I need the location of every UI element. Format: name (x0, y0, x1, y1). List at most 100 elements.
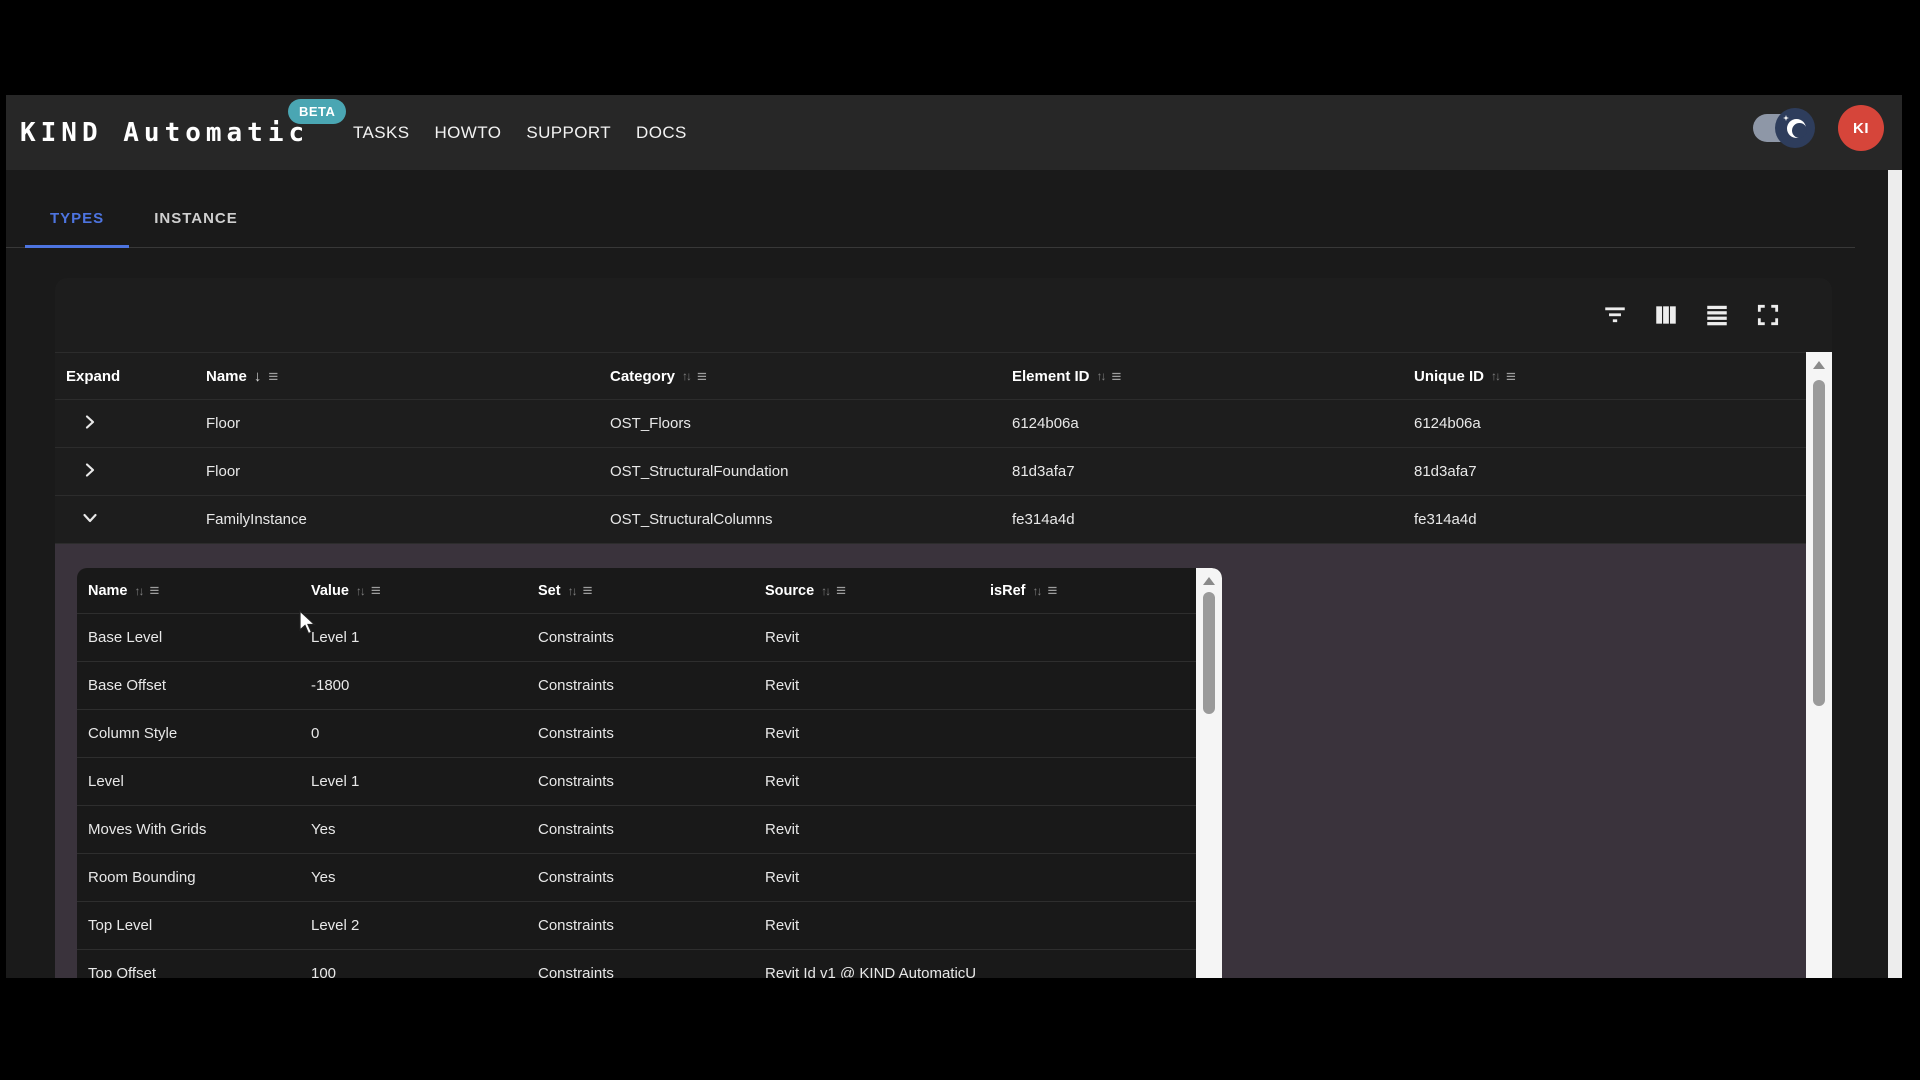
sort-icon[interactable]: ↑↓ (1032, 584, 1040, 598)
column-header-param-value[interactable]: Value ↑↓ ≡ (300, 582, 527, 599)
cell-param-source: Revit (754, 917, 979, 934)
theme-toggle[interactable] (1753, 114, 1811, 142)
parameter-row[interactable]: Column Style 0 Constraints Revit (77, 710, 1196, 758)
cell-name: Floor (195, 415, 599, 432)
grid-scrollbar[interactable] (1806, 352, 1832, 978)
column-header-param-isref[interactable]: isRef ↑↓ ≡ (979, 582, 1196, 599)
column-header-expand: Expand (55, 368, 195, 385)
nav-item[interactable]: DOCS (636, 123, 687, 143)
nested-grid-scrollbar[interactable] (1196, 568, 1222, 978)
sort-icon[interactable]: ↑↓ (568, 584, 576, 598)
sort-desc-icon[interactable]: ↓ (254, 368, 262, 385)
column-header-name[interactable]: Name ↓ ≡ (195, 368, 599, 385)
sort-icon[interactable]: ↑↓ (135, 584, 143, 598)
cell-param-set: Constraints (527, 821, 754, 838)
cell-param-name: Base Offset (77, 677, 300, 694)
cell-element-id: 6124b06a (1001, 415, 1403, 432)
cell-param-source: Revit (754, 725, 979, 742)
fullscreen-icon[interactable] (1755, 302, 1781, 328)
parameter-row[interactable]: Moves With Grids Yes Constraints Revit (77, 806, 1196, 854)
cell-param-value: Yes (300, 869, 527, 886)
expand-chevron-icon[interactable] (81, 509, 99, 527)
filter-icon[interactable] (1602, 302, 1628, 328)
grid-rows: Floor OST_Floors 6124b06a 6124b06a Floor… (55, 400, 1806, 544)
column-header-element-id[interactable]: Element ID ↑↓ ≡ (1001, 368, 1403, 385)
moon-icon (1787, 119, 1806, 138)
mouse-cursor (298, 610, 318, 636)
scrollbar-thumb[interactable] (1813, 380, 1825, 706)
main-nav: TASKS HOWTO SUPPORT DOCS (353, 95, 687, 170)
column-header-param-name[interactable]: Name ↑↓ ≡ (77, 582, 300, 599)
grid-header-row: Expand Name ↓ ≡ Category ↑↓ ≡ Element ID… (55, 352, 1806, 400)
cell-param-value: Level 2 (300, 917, 527, 934)
scroll-up-arrow[interactable] (1813, 361, 1825, 369)
column-header-category[interactable]: Category ↑↓ ≡ (599, 368, 1001, 385)
column-menu-icon[interactable]: ≡ (836, 582, 846, 599)
cell-param-set: Constraints (527, 629, 754, 646)
app-window: KIND Automatic BETA TASKS HOWTO SUPPORT … (6, 95, 1902, 978)
parameter-row[interactable]: Base Offset -1800 Constraints Revit (77, 662, 1196, 710)
sort-icon[interactable]: ↑↓ (1097, 369, 1105, 383)
tab-types[interactable]: TYPES (25, 190, 129, 247)
nested-grid-rows: Base Level Level 1 Constraints Revit Bas… (77, 614, 1196, 978)
scrollbar-thumb[interactable] (1203, 592, 1215, 714)
tab-instance[interactable]: INSTANCE (129, 190, 263, 247)
user-avatar[interactable]: KI (1838, 105, 1884, 151)
sort-icon[interactable]: ↑↓ (1491, 369, 1499, 383)
expand-chevron-icon[interactable] (81, 413, 99, 431)
column-header-param-source[interactable]: Source ↑↓ ≡ (754, 582, 979, 599)
cell-param-source: Revit Id v1 @ KIND AutomaticU C-Level Pr… (754, 965, 979, 978)
cell-element-id: 81d3afa7 (1001, 463, 1403, 480)
table-row[interactable]: Floor OST_StructuralFoundation 81d3afa7 … (55, 448, 1806, 496)
cell-param-set: Constraints (527, 677, 754, 694)
page-scrollbar[interactable] (1888, 170, 1902, 978)
parameter-row[interactable]: Base Level Level 1 Constraints Revit (77, 614, 1196, 662)
parameter-row[interactable]: Level Level 1 Constraints Revit (77, 758, 1196, 806)
column-header-param-set[interactable]: Set ↑↓ ≡ (527, 582, 754, 599)
table-row[interactable]: FamilyInstance OST_StructuralColumns fe3… (55, 496, 1806, 544)
cell-name: FamilyInstance (195, 511, 599, 528)
columns-icon[interactable] (1653, 302, 1679, 328)
column-menu-icon[interactable]: ≡ (697, 368, 707, 385)
column-header-unique-id[interactable]: Unique ID ↑↓ ≡ (1403, 368, 1806, 385)
toggle-thumb (1775, 108, 1815, 148)
brand-logo: KIND Automatic (20, 95, 309, 170)
nav-item[interactable]: TASKS (353, 123, 409, 143)
column-menu-icon[interactable]: ≡ (371, 582, 381, 599)
cell-name: Floor (195, 463, 599, 480)
scroll-up-arrow[interactable] (1203, 577, 1215, 585)
column-menu-icon[interactable]: ≡ (1047, 582, 1057, 599)
cell-unique-id: 81d3afa7 (1403, 463, 1806, 480)
expand-chevron-icon[interactable] (81, 461, 99, 479)
active-tab-indicator (25, 245, 129, 248)
cell-param-set: Constraints (527, 773, 754, 790)
tab-bar: TYPES INSTANCE (6, 190, 1855, 248)
cell-param-name: Top Level (77, 917, 300, 934)
nav-item[interactable]: HOWTO (434, 123, 501, 143)
cell-param-name: Moves With Grids (77, 821, 300, 838)
cell-param-set: Constraints (527, 965, 754, 978)
column-menu-icon[interactable]: ≡ (1506, 368, 1516, 385)
cell-param-set: Constraints (527, 725, 754, 742)
cell-param-value: 0 (300, 725, 527, 742)
parameter-row[interactable]: Top Offset 100 Constraints Revit Id v1 @… (77, 950, 1196, 978)
sort-icon[interactable]: ↑↓ (682, 369, 690, 383)
sort-icon[interactable]: ↑↓ (356, 584, 364, 598)
column-menu-icon[interactable]: ≡ (1112, 368, 1122, 385)
column-menu-icon[interactable]: ≡ (150, 582, 160, 599)
parameter-row[interactable]: Room Bounding Yes Constraints Revit (77, 854, 1196, 902)
cell-param-set: Constraints (527, 869, 754, 886)
cell-category: OST_Floors (599, 415, 1001, 432)
table-row[interactable]: Floor OST_Floors 6124b06a 6124b06a (55, 400, 1806, 448)
density-icon[interactable] (1704, 302, 1730, 328)
nav-item[interactable]: SUPPORT (526, 123, 611, 143)
column-menu-icon[interactable]: ≡ (583, 582, 593, 599)
cell-category: OST_StructuralFoundation (599, 463, 1001, 480)
beta-badge: BETA (288, 99, 346, 124)
cell-unique-id: fe314a4d (1403, 511, 1806, 528)
column-menu-icon[interactable]: ≡ (268, 368, 278, 385)
cell-param-source: Revit (754, 773, 979, 790)
cell-param-source: Revit (754, 629, 979, 646)
sort-icon[interactable]: ↑↓ (821, 584, 829, 598)
parameter-row[interactable]: Top Level Level 2 Constraints Revit (77, 902, 1196, 950)
